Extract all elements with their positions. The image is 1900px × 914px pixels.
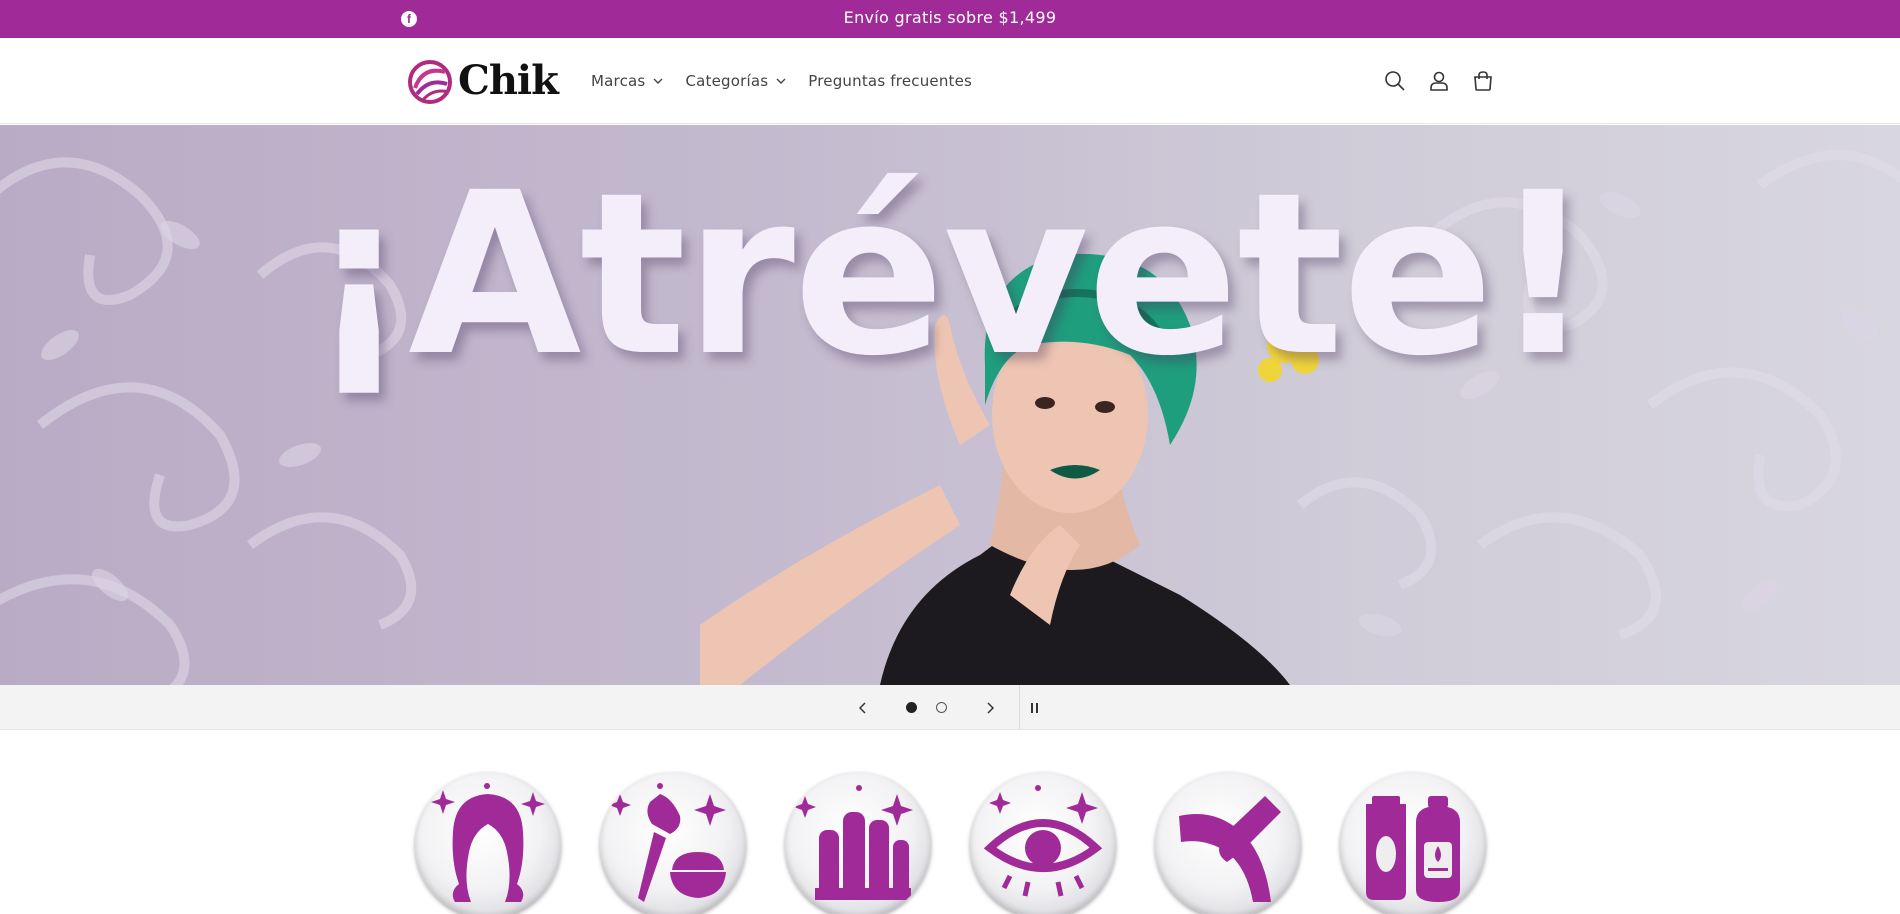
nav-preguntas-label: Preguntas frecuentes [808,72,973,90]
category-section [0,730,1900,914]
logo-mark-icon [408,60,452,104]
chevron-down-icon [653,78,663,84]
hair-icon [431,783,545,902]
nav-categorias[interactable]: Categorías [685,72,786,90]
slider-controls [0,685,1900,730]
category-eyes[interactable] [970,772,1116,914]
announcement-bar: f Envío gratis sobre $1,499 [0,0,1900,38]
nails-icon [794,785,913,900]
nav-marcas-label: Marcas [591,72,646,90]
pause-icon[interactable] [1025,685,1045,730]
previous-icon[interactable] [850,685,876,730]
facebook-icon[interactable]: f [401,11,417,27]
controls-divider [1019,685,1020,730]
category-waxing[interactable] [1155,772,1301,914]
header-icons [1380,66,1498,96]
skincare-bottles-icon [1366,796,1460,902]
logo[interactable]: Chik [407,57,559,104]
slide-dot-2[interactable] [936,702,947,713]
category-nails[interactable] [785,772,931,914]
announcement-message: Envío gratis sobre $1,499 [843,8,1057,27]
category-makeup[interactable] [600,772,746,914]
site-header: Chik Marcas Categorías Preguntas frecuen… [0,38,1900,124]
hero-banner[interactable]: ¡Atrévete! [0,125,1900,685]
next-icon[interactable] [977,685,1003,730]
makeup-brush-icon [609,783,726,902]
nav-preguntas-frecuentes[interactable]: Preguntas frecuentes [808,72,972,90]
hero-headline: ¡Atrévete! [307,144,1594,405]
main-nav: Marcas Categorías Preguntas frecuentes [591,38,994,124]
account-icon[interactable] [1424,66,1454,96]
nav-categorias-label: Categorías [685,72,769,90]
logo-text: Chik [458,57,559,104]
waxing-icon [1179,796,1281,902]
slide-dot-1[interactable] [906,702,917,713]
search-icon[interactable] [1380,66,1410,96]
chevron-down-icon [776,78,786,84]
cart-icon[interactable] [1468,66,1498,96]
category-skincare[interactable] [1340,772,1486,914]
category-hair[interactable] [415,772,561,914]
eye-icon [983,785,1103,897]
nav-marcas[interactable]: Marcas [591,72,663,90]
